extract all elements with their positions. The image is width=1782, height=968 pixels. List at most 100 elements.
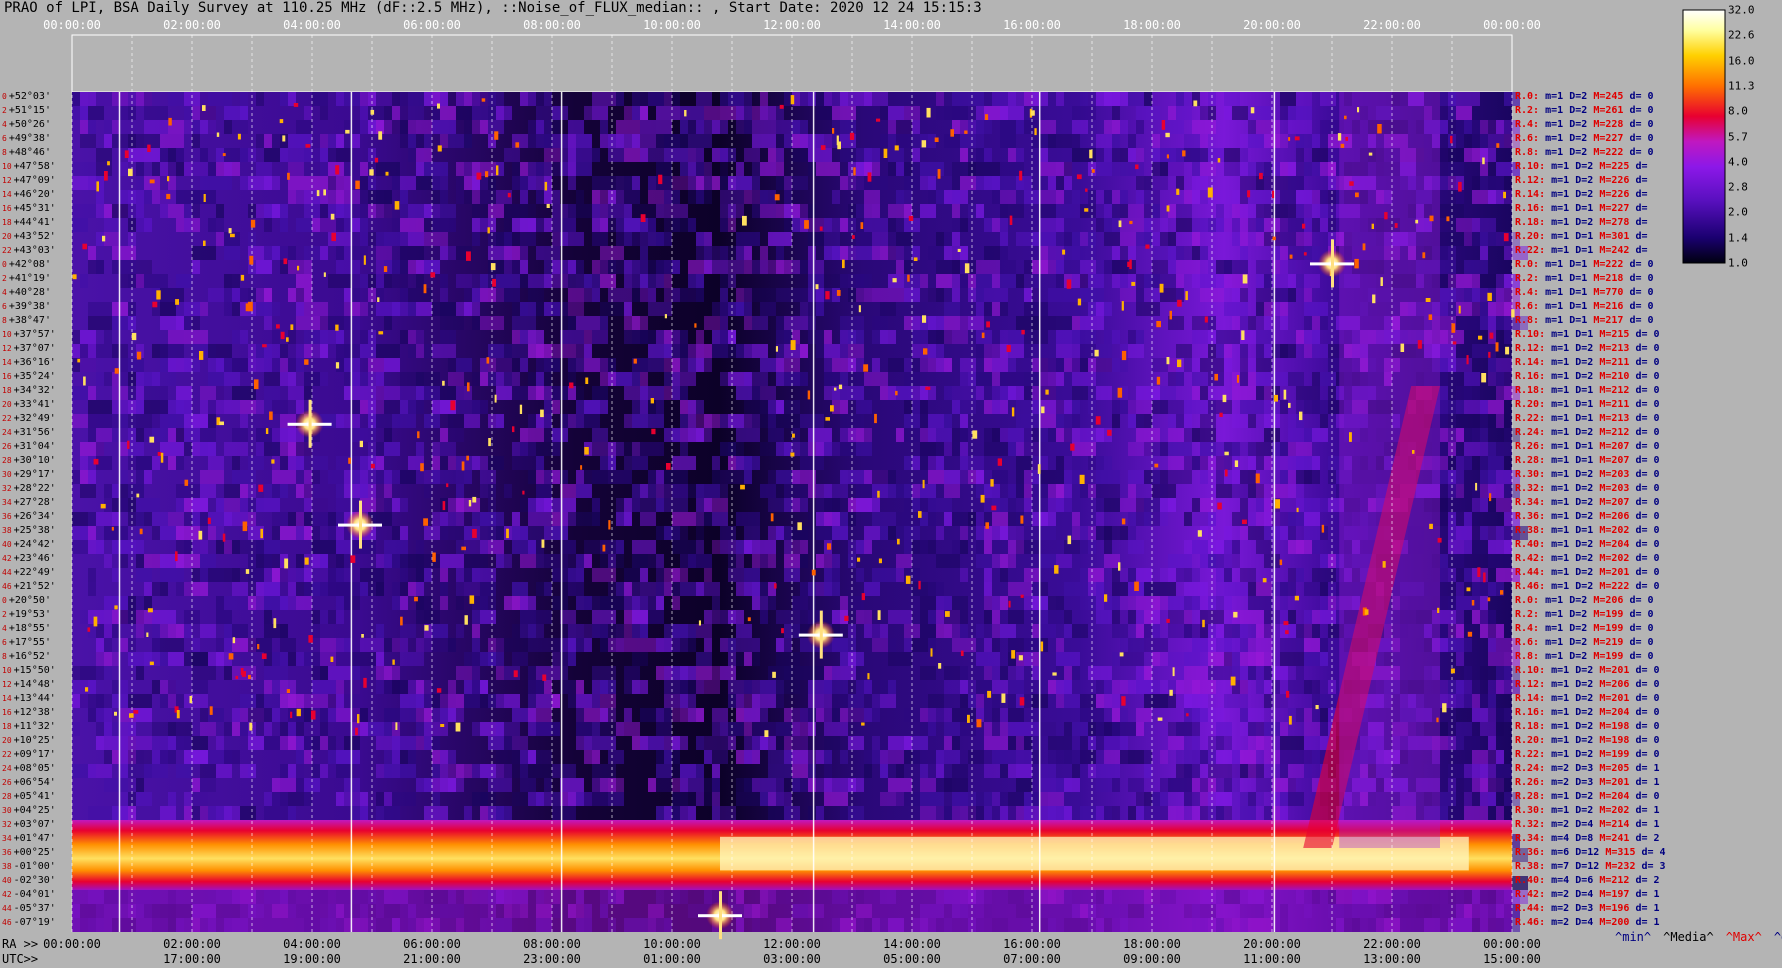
heatmap-cell: [80, 134, 96, 148]
heatmap-cell: [1216, 736, 1232, 750]
heatmap-cell: [1304, 638, 1320, 652]
heatmap-cell: [136, 512, 144, 526]
heatmap-cell: [160, 806, 176, 820]
heatmap-cell: [648, 610, 664, 624]
heatmap-cell: [144, 148, 160, 162]
heatmap-cell: [976, 288, 984, 302]
heatmap-cell: [1312, 428, 1328, 442]
heatmap-cell: [1288, 610, 1296, 624]
heatmap-cell: [1216, 582, 1224, 596]
heatmap-cell: [296, 736, 304, 750]
heatmap-cell: [1224, 148, 1240, 162]
heatmap-cell: [1160, 232, 1168, 246]
heatmap-cell: [640, 568, 648, 582]
heatmap-cell: [592, 470, 608, 484]
point-source: [640, 214, 646, 222]
heatmap-cell: [408, 232, 424, 246]
heatmap-cell: [192, 260, 200, 274]
heatmap-cell: [792, 120, 808, 134]
heatmap-cell: [1280, 792, 1288, 806]
point-source: [925, 386, 931, 390]
heatmap-cell: [752, 414, 768, 428]
heatmap-cell: [648, 218, 656, 232]
heatmap-cell: [736, 554, 744, 568]
heatmap-cell: [968, 316, 984, 330]
heatmap-cell: [504, 372, 512, 386]
heatmap-cell: [336, 414, 360, 428]
heatmap-cell: [808, 330, 824, 344]
heatmap-cell: [160, 134, 184, 148]
heatmap-cell: [200, 442, 216, 456]
heatmap-cell: [768, 750, 784, 764]
heatmap-cell: [1000, 232, 1008, 246]
heatmap-cell: [528, 708, 552, 722]
point-source: [546, 203, 550, 208]
heatmap-cell: [848, 736, 864, 750]
heatmap-cell: [792, 540, 800, 554]
heatmap-cell: [808, 694, 824, 708]
heatmap-cell: [1440, 680, 1448, 694]
heatmap-cell: [960, 372, 968, 386]
heatmap-cell: [200, 428, 216, 442]
heatmap-cell: [672, 358, 680, 372]
heatmap-cell: [1016, 470, 1024, 484]
heatmap-cell: [1256, 764, 1264, 778]
heatmap-cell: [1008, 680, 1024, 694]
heatmap-cell: [760, 484, 776, 498]
heatmap-cell: [920, 708, 928, 722]
heatmap-cell: [944, 316, 960, 330]
heatmap-cell: [1232, 218, 1240, 232]
heatmap-cell: [1232, 512, 1240, 526]
heatmap-cell: [520, 274, 528, 288]
heatmap-cell: [664, 204, 688, 218]
heatmap-cell: [792, 596, 808, 610]
heatmap-cell: [536, 162, 544, 176]
heatmap-cell: [1128, 778, 1144, 792]
heatmap-cell: [992, 176, 1000, 190]
heatmap-cell: [800, 456, 824, 470]
heatmap-cell: [1120, 218, 1144, 232]
heatmap-cell: [296, 316, 312, 330]
heatmap-cell: [448, 414, 464, 428]
heatmap-cell: [264, 554, 272, 568]
heatmap-cell: [432, 176, 448, 190]
heatmap-cell: [1240, 526, 1248, 540]
heatmap-cell: [1320, 190, 1328, 204]
heatmap-cell: [216, 218, 224, 232]
heatmap-cell: [696, 764, 704, 778]
heatmap-cell: [1440, 624, 1448, 638]
heatmap-cell: [104, 638, 112, 652]
heatmap-cell: [1480, 134, 1488, 148]
heatmap-cell: [1184, 358, 1192, 372]
heatmap-cell: [1160, 442, 1168, 456]
point-source: [991, 505, 997, 511]
point-source: [844, 615, 849, 621]
heatmap-cell: [328, 666, 352, 680]
heatmap-cell: [224, 624, 232, 638]
point-source: [569, 382, 574, 389]
heatmap-cell: [736, 638, 760, 652]
heatmap-cell: [824, 218, 832, 232]
heatmap-cell: [256, 722, 264, 736]
heatmap-cell: [568, 624, 576, 638]
heatmap-cell: [1184, 148, 1208, 162]
heatmap-cell: [536, 442, 552, 456]
heatmap-cell: [960, 246, 968, 260]
heatmap-cell: [1104, 526, 1112, 540]
heatmap-cell: [496, 806, 504, 820]
heatmap-cell: [200, 484, 216, 498]
heatmap-cell: [984, 120, 992, 134]
heatmap-cell: [888, 218, 896, 232]
heatmap-cell: [800, 554, 808, 568]
heatmap-cell: [1216, 484, 1232, 498]
heatmap-cell: [376, 92, 400, 106]
heatmap-cell: [824, 792, 848, 806]
heatmap-cell: [264, 316, 272, 330]
heatmap-cell: [1240, 610, 1264, 624]
heatmap-cell: [1240, 134, 1248, 148]
heatmap-cell: [136, 414, 160, 428]
heatmap-cell: [480, 470, 496, 484]
heatmap-cell: [1488, 120, 1496, 134]
heatmap-cell: [1096, 148, 1104, 162]
heatmap-cell: [840, 218, 848, 232]
